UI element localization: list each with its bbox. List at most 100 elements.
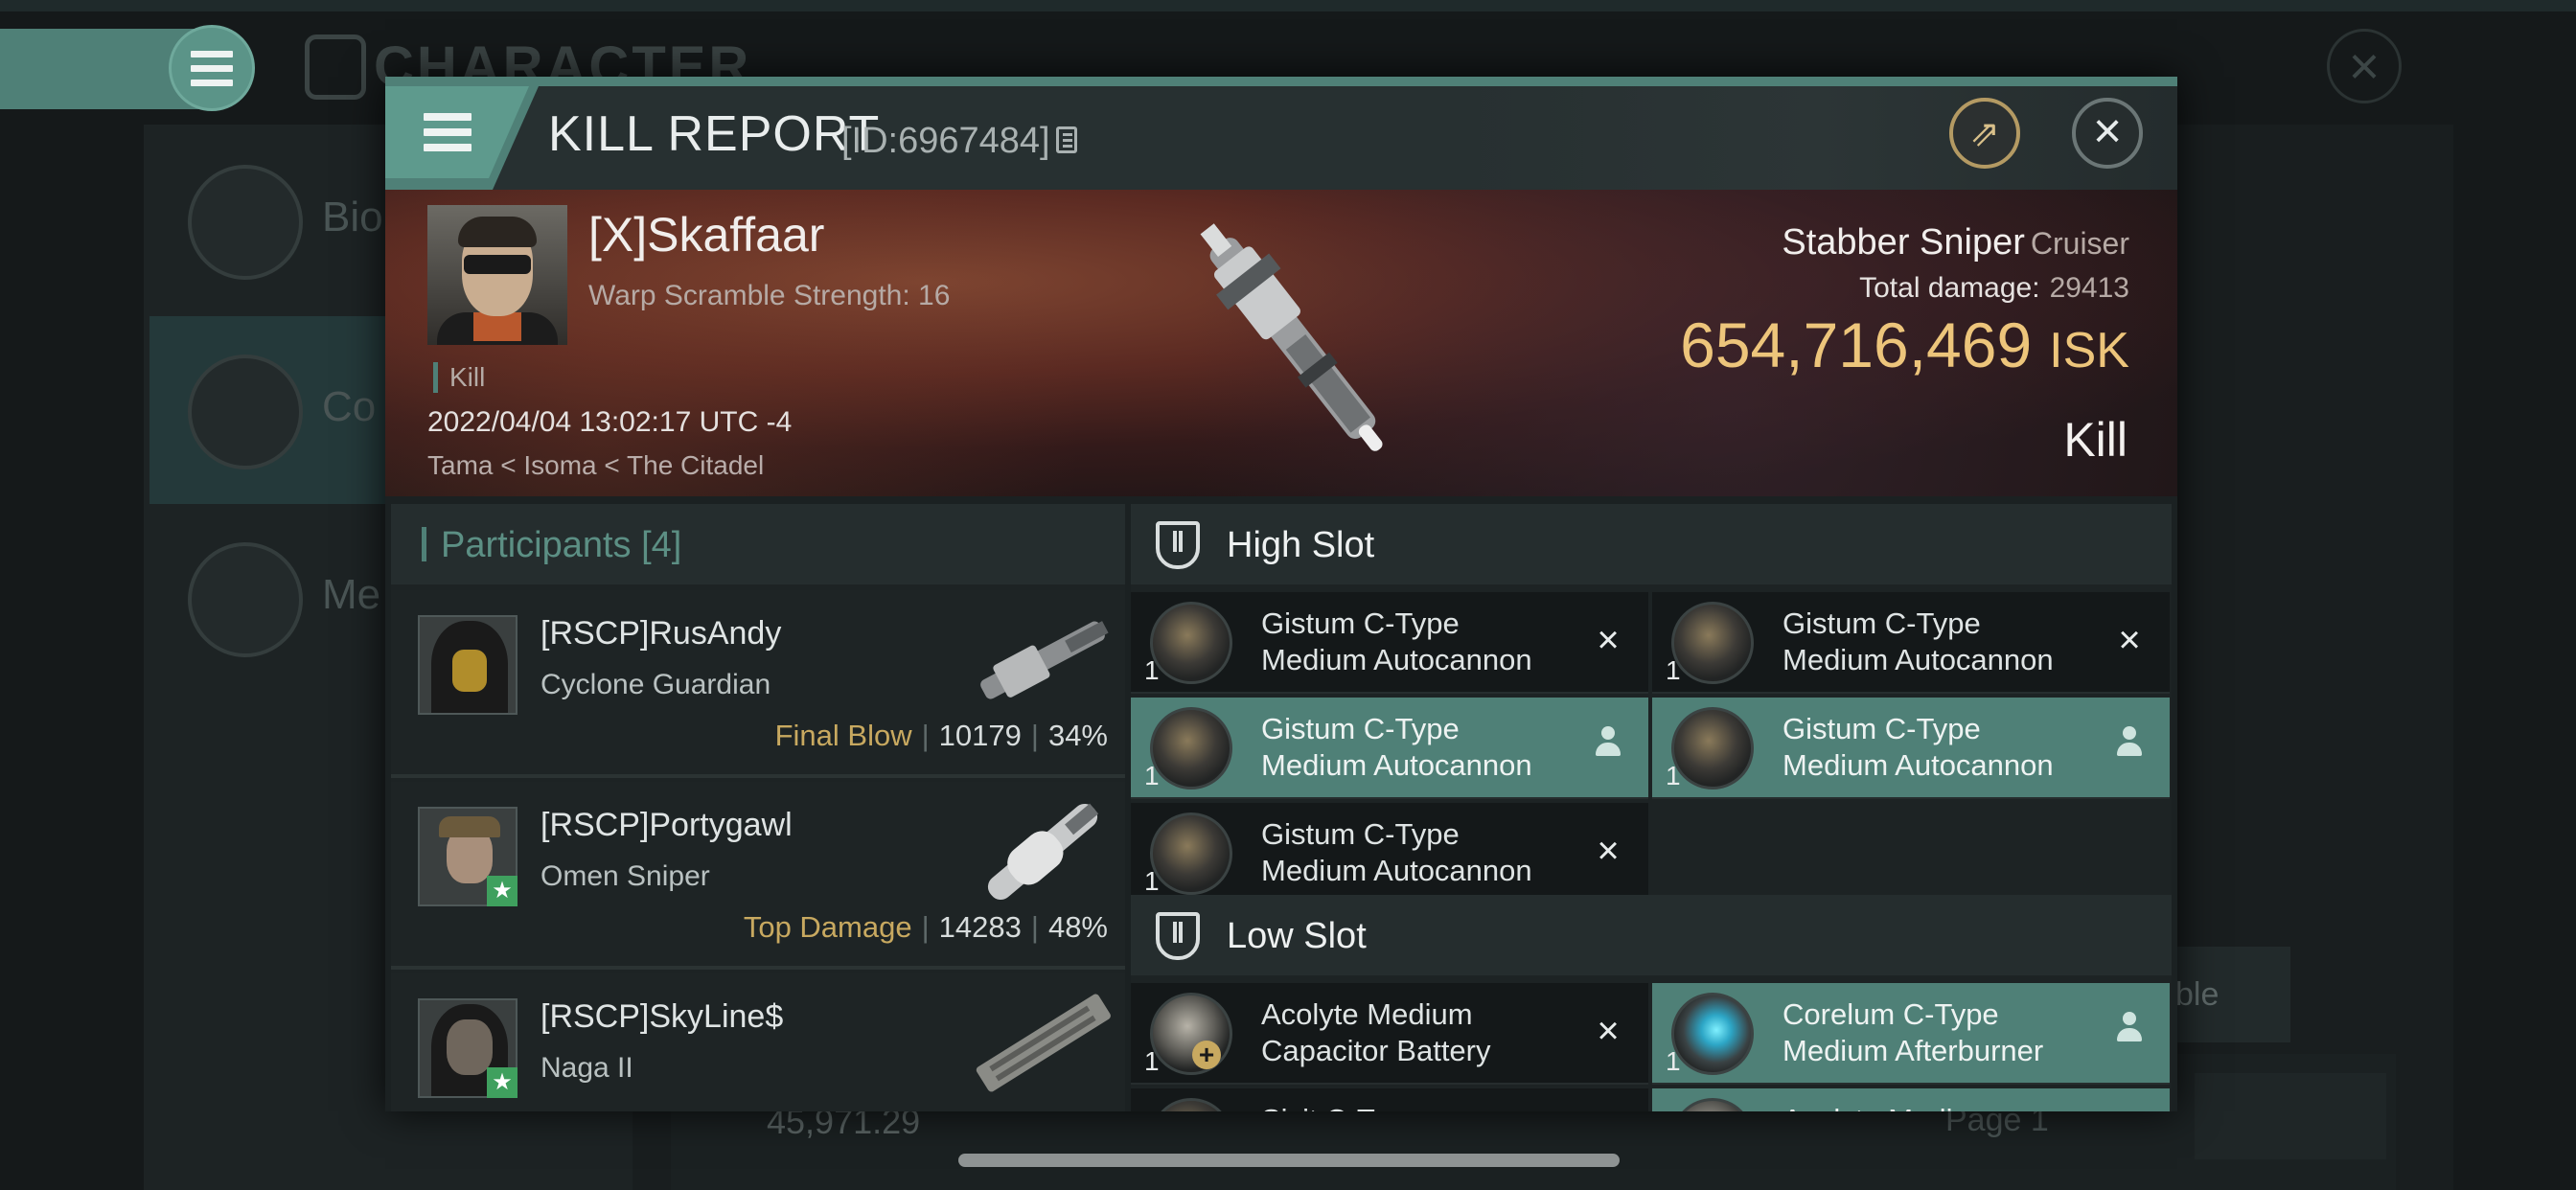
copy-icon[interactable] xyxy=(1056,126,1077,153)
kill-id: [ID:6967484] xyxy=(841,121,1050,161)
star-badge-icon: ★ xyxy=(487,876,518,906)
isk-amount: 654,716,469 xyxy=(1680,309,2033,380)
participant-name: [RSCP]RusAndy xyxy=(540,615,782,652)
filter-button[interactable] xyxy=(2195,1073,2386,1159)
participants-label: Participants xyxy=(441,525,632,565)
hamburger-icon xyxy=(191,50,233,86)
module-item[interactable]: 1 Gistum C-Type Medium Autocannon × xyxy=(1131,803,1648,904)
participant-ship-image xyxy=(980,621,1109,699)
participants-count: [4] xyxy=(641,525,682,565)
share-icon: ⇗ xyxy=(1969,113,2000,154)
dropped-icon xyxy=(1589,726,1627,765)
module-icon xyxy=(1671,1098,1754,1111)
module-name: Corelum C-Type Medium Afterburner xyxy=(1782,996,2108,1069)
top-damage-tag: Top Damage xyxy=(743,910,912,944)
module-name: Acolyte Medium Capacitor Battery xyxy=(1261,996,1587,1069)
participants-header: Participants [4] xyxy=(391,504,1125,584)
module-icon xyxy=(1150,1098,1232,1111)
star-icon xyxy=(188,542,303,657)
share-button[interactable]: ⇗ xyxy=(1949,98,2020,169)
ship-name[interactable]: Stabber Sniper Cruiser xyxy=(1782,222,2129,263)
module-name: Sixit C-Type... xyxy=(1261,1102,1587,1111)
isk-unit: ISK xyxy=(2049,323,2129,378)
module-quantity: 1 xyxy=(1666,761,1681,790)
module-name-line1: Gistum C-Type xyxy=(1261,817,1460,851)
result-label: Kill xyxy=(2063,413,2128,467)
victim-ship-image[interactable] xyxy=(1152,203,1439,481)
ship-class: Cruiser xyxy=(2030,226,2129,261)
ship-name-text: Stabber Sniper xyxy=(1782,222,2025,263)
module-item[interactable]: 1 Corelum C-Type Medium Afterburner xyxy=(1652,983,2170,1085)
participant-stats: Top Damage | 14283 | 48% xyxy=(743,910,1108,944)
bg-sidebar-label: Co xyxy=(322,383,377,430)
module-name-line2: Medium Autocannon xyxy=(1261,748,1532,782)
victim-subtitle: Warp Scramble Strength: 16 xyxy=(588,280,951,311)
participant-ship-image xyxy=(987,803,1099,901)
module-name: Gistum C-Type Medium Autocannon xyxy=(1261,816,1587,889)
bg-close-button[interactable]: × xyxy=(2327,29,2402,103)
module-name-line2: Capacitor Battery xyxy=(1261,1034,1491,1067)
participant-row[interactable]: ★ [RSCP]Portygawl Omen Sniper Top Damage… xyxy=(391,782,1125,970)
module-name-line1: Gistum C-Type xyxy=(1261,712,1460,745)
module-item[interactable]: 1 Gistum C-Type Medium Autocannon × xyxy=(1652,592,2170,694)
low-slot-header: Low Slot xyxy=(1131,895,2172,975)
character-icon xyxy=(305,34,366,100)
high-slot-header: High Slot xyxy=(1131,504,2172,584)
dialog-title: KILL REPORT xyxy=(548,106,881,162)
low-slot-label: Low Slot xyxy=(1227,916,1367,956)
low-slot-icon xyxy=(1156,912,1200,960)
victim-name[interactable]: [X]Skaffaar xyxy=(588,207,824,263)
participant-ship: Naga II xyxy=(540,1052,633,1084)
module-name-line1: Gistum C-Type xyxy=(1782,712,1981,745)
top-edge xyxy=(0,0,2576,11)
module-name-line1: Gistum C-Type xyxy=(1782,606,1981,640)
plus-badge-icon: + xyxy=(1192,1041,1221,1069)
kill-report-dialog: KILL REPORT [ID:6967484] ⇗ × [X]Skaffaar… xyxy=(385,77,2177,1111)
module-name-line1: Sixit C-Type... xyxy=(1261,1102,1587,1111)
dialog-header: KILL REPORT [ID:6967484] ⇗ × xyxy=(385,86,2177,190)
total-damage-value: 29413 xyxy=(2049,272,2129,304)
home-indicator[interactable] xyxy=(958,1154,1620,1167)
participant-ship-image xyxy=(976,994,1111,1092)
bg-partial-label: ble xyxy=(2175,947,2290,1042)
participant-row[interactable]: [RSCP]RusAndy Cyclone Guardian Final Blo… xyxy=(391,590,1125,778)
module-name-line2: Medium Autocannon xyxy=(1782,643,2054,676)
kill-tag: Kill xyxy=(433,362,485,393)
avatar[interactable] xyxy=(418,615,518,715)
module-name: Gistum C-Type Medium Autocannon xyxy=(1782,606,2108,678)
victim-portrait[interactable] xyxy=(427,205,567,345)
dialog-menu-tab[interactable] xyxy=(385,86,539,190)
fitting-panel: High Slot 1 Gistum C-Type Medium Autocann… xyxy=(1131,504,2172,1111)
total-damage: Total damage: 29413 xyxy=(1859,272,2129,305)
module-quantity: 1 xyxy=(1666,655,1681,685)
hamburger-icon xyxy=(424,113,472,151)
module-item[interactable]: Acolyte Medium xyxy=(1652,1088,2170,1111)
module-item[interactable]: Sixit C-Type... xyxy=(1131,1088,1648,1111)
participant-percent: 34% xyxy=(1047,719,1108,752)
autocannon-icon xyxy=(1150,812,1232,895)
main-menu-button[interactable] xyxy=(169,25,255,111)
module-name: Gistum C-Type Medium Autocannon xyxy=(1261,606,1587,678)
kill-location[interactable]: Tama < Isoma < The Citadel xyxy=(427,450,764,481)
module-name-line1: Acolyte Medium xyxy=(1782,1102,2108,1111)
high-slot-label: High Slot xyxy=(1227,525,1375,565)
afterburner-icon xyxy=(1671,993,1754,1075)
destroyed-icon: × xyxy=(1597,830,1620,872)
module-item[interactable]: 1 Gistum C-Type Medium Autocannon xyxy=(1131,698,1648,799)
participant-row[interactable]: ★ [RSCP]SkyLine$ Naga II xyxy=(391,973,1125,1111)
participant-ship: Cyclone Guardian xyxy=(540,669,771,700)
module-quantity: 1 xyxy=(1666,1046,1681,1076)
module-item[interactable]: 1 Gistum C-Type Medium Autocannon × xyxy=(1131,592,1648,694)
destroyed-icon: × xyxy=(1597,619,1620,661)
destroyed-icon: × xyxy=(2118,619,2141,661)
dropped-icon xyxy=(2110,1012,2149,1050)
module-item[interactable]: 1 Gistum C-Type Medium Autocannon xyxy=(1652,698,2170,799)
module-quantity: 1 xyxy=(1144,1046,1160,1076)
module-name-line2: Medium Autocannon xyxy=(1261,854,1532,887)
participants-panel: Participants [4] [RSCP]RusAndy Cyclone G… xyxy=(391,504,1125,1111)
dropped-icon xyxy=(2110,726,2149,765)
module-item[interactable]: + 1 Acolyte Medium Capacitor Battery × xyxy=(1131,983,1648,1085)
close-button[interactable]: × xyxy=(2072,98,2143,169)
autocannon-icon xyxy=(1671,707,1754,790)
module-name-line2: Medium Afterburner xyxy=(1782,1034,2044,1067)
